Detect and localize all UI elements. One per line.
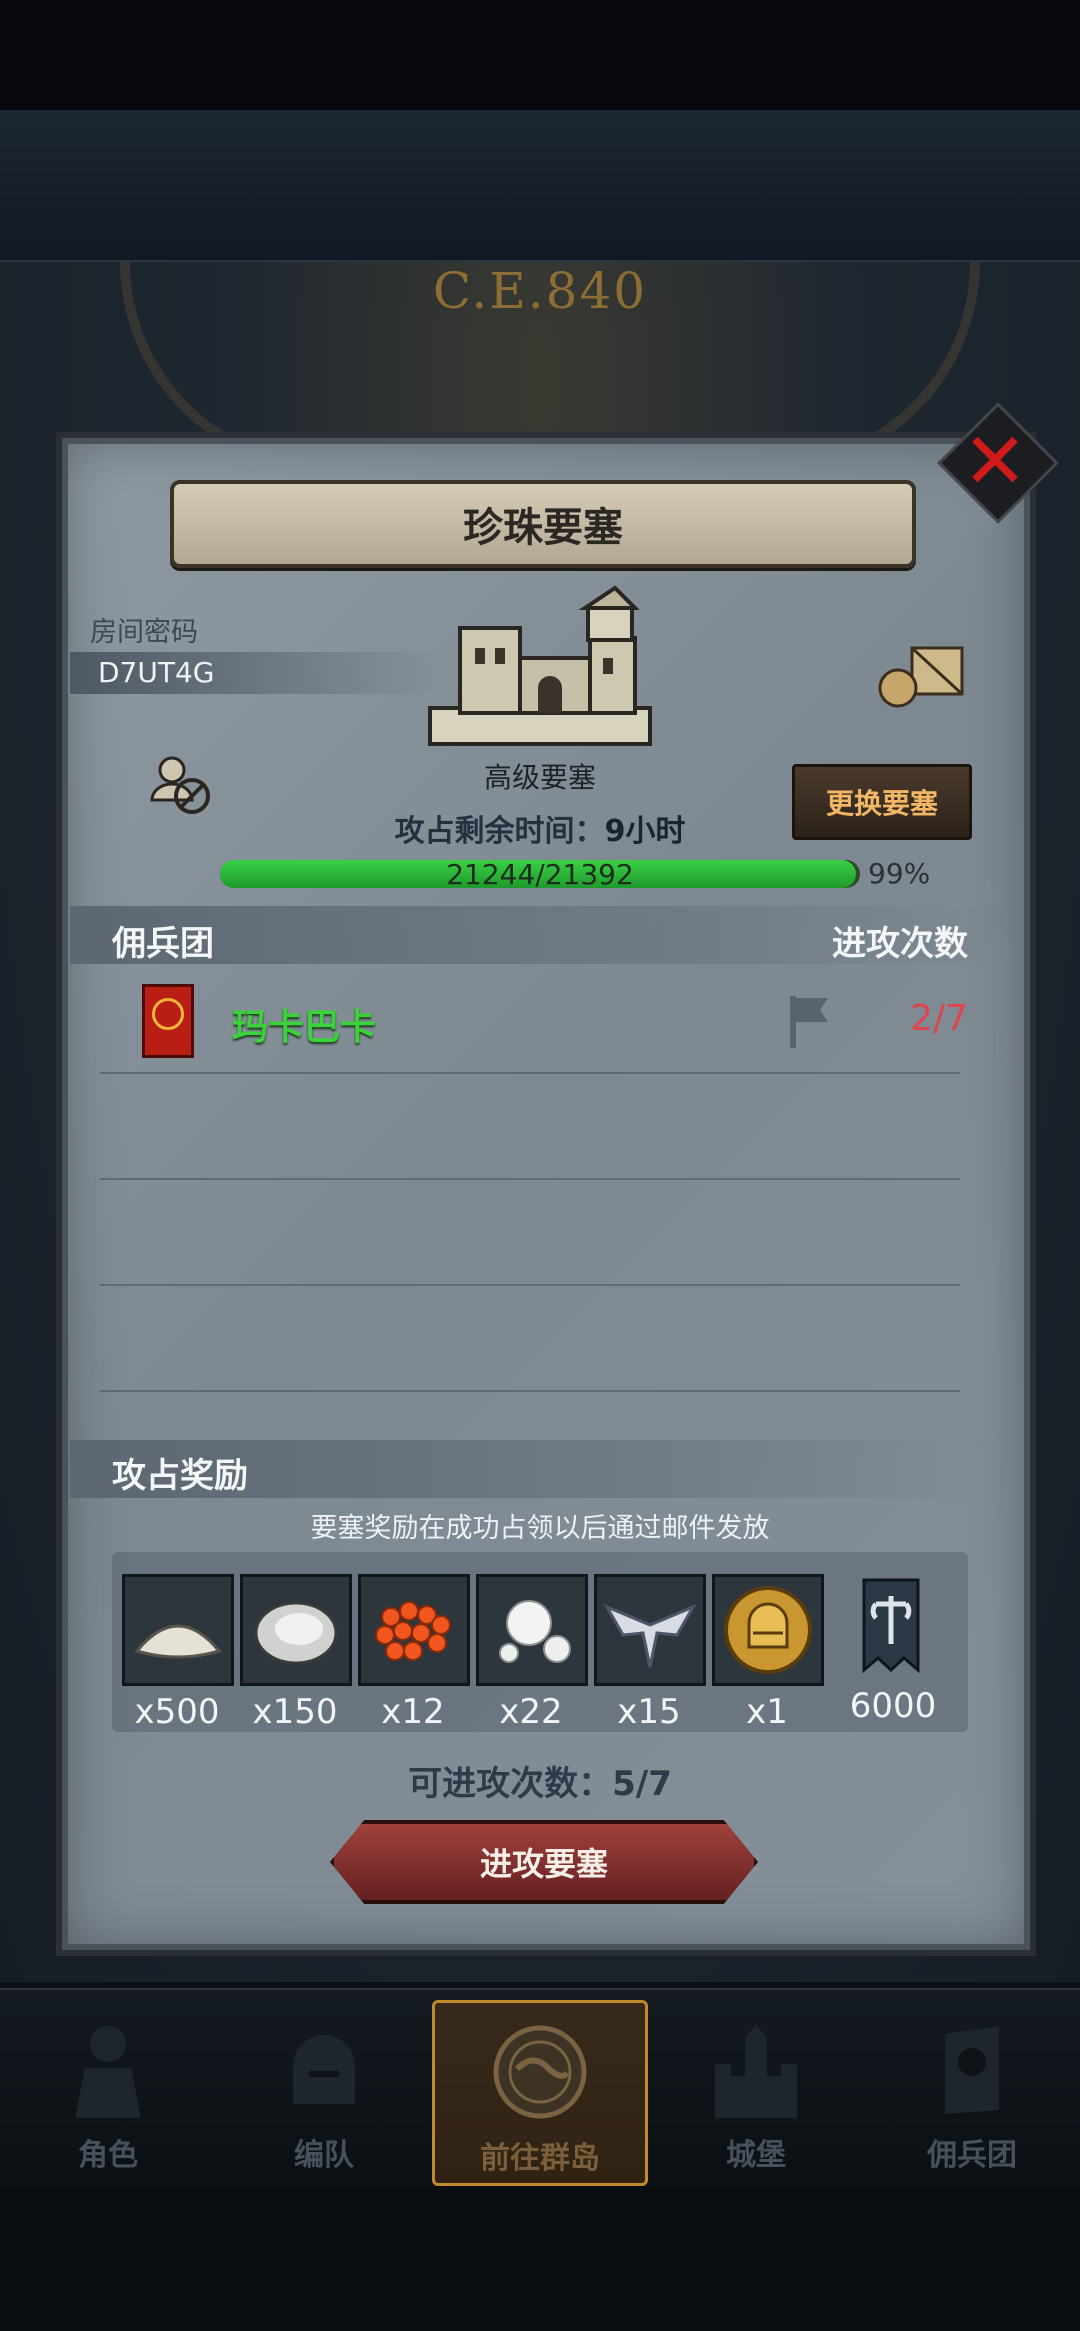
axe-banner-icon xyxy=(838,1574,944,1680)
hp-text: 21244/21392 xyxy=(446,858,634,891)
row-divider xyxy=(100,1178,960,1180)
reward-qty: x500 xyxy=(134,1692,220,1732)
status-bar xyxy=(0,0,1080,110)
flag-icon xyxy=(790,996,828,1048)
row-divider xyxy=(100,1390,960,1392)
reward-qty: x1 xyxy=(746,1692,788,1732)
row-divider xyxy=(100,1072,960,1074)
reward-item[interactable]: x500 xyxy=(122,1574,234,1732)
nav-label: 编队 xyxy=(294,2138,354,2173)
era-text: C.E.840 xyxy=(432,262,648,320)
row-divider xyxy=(100,1284,960,1286)
room-code: D7UT4G xyxy=(98,656,215,689)
flour-pile-icon xyxy=(122,1574,234,1686)
fortress-icon xyxy=(428,585,652,746)
bottom-area xyxy=(0,2188,1080,2331)
gold-helmet-coin-icon xyxy=(712,1574,824,1686)
reward-item[interactable]: 6000 xyxy=(838,1574,948,1726)
nav-label: 角色 xyxy=(78,2138,138,2173)
attack-count-header: 进攻次数 xyxy=(832,924,968,964)
hp-percent: 99% xyxy=(868,857,931,890)
reward-qty: x15 xyxy=(617,1692,681,1732)
nav-item-mercenary[interactable]: 佣兵团 xyxy=(872,2000,1072,2180)
compass-map-icon xyxy=(485,2017,595,2127)
nav-label: 前往群岛 xyxy=(480,2141,600,2176)
nav-item-formation[interactable]: 编队 xyxy=(224,2000,424,2180)
mercenary-attack-count: 2/7 xyxy=(910,998,968,1039)
top-strip xyxy=(0,110,1080,262)
room-code-label: 房间密码 xyxy=(90,617,198,648)
helmet-icon xyxy=(269,2014,379,2124)
nav-item-castle[interactable]: 城堡 xyxy=(656,2000,856,2180)
reward-qty: 6000 xyxy=(849,1686,937,1726)
reward-item[interactable]: x150 xyxy=(240,1574,352,1732)
mercenary-name[interactable]: 玛卡巴卡 xyxy=(232,998,376,1050)
nav-item-islands[interactable]: 前往群岛 xyxy=(432,2000,648,2186)
attack-fortress-button[interactable]: 进攻要塞 xyxy=(330,1820,758,1904)
reward-qty: x150 xyxy=(252,1692,338,1732)
oyster-icon xyxy=(240,1574,352,1686)
fish-roe-icon xyxy=(358,1574,470,1686)
time-label: 攻占剩余时间： xyxy=(394,814,605,849)
castle-icon xyxy=(701,2014,811,2124)
guild-emblem-icon xyxy=(152,998,184,1030)
nav-item-character[interactable]: 角色 xyxy=(8,2000,208,2180)
nav-label: 佣兵团 xyxy=(927,2138,1017,2173)
reward-item[interactable]: x12 xyxy=(358,1574,470,1732)
mercenary-icon xyxy=(917,2014,1027,2124)
knight-icon xyxy=(53,2014,163,2124)
supplies-icon[interactable] xyxy=(876,640,966,710)
reward-item[interactable]: x22 xyxy=(476,1574,588,1732)
nav-label: 城堡 xyxy=(726,2138,786,2173)
reward-item[interactable]: x15 xyxy=(594,1574,706,1732)
winged-emblem-icon xyxy=(594,1574,706,1686)
reward-note: 要塞奖励在成功占领以后通过邮件发放 xyxy=(310,1513,770,1544)
reward-item[interactable]: x1 xyxy=(712,1574,824,1732)
reward-section-title: 攻占奖励 xyxy=(112,1456,248,1496)
reward-qty: x22 xyxy=(499,1692,563,1732)
pearls-icon xyxy=(476,1574,588,1686)
time-remaining: 攻占剩余时间：9小时 xyxy=(0,806,1080,850)
dialog-title: 珍珠要塞 xyxy=(170,480,916,568)
time-value: 9小时 xyxy=(604,814,686,849)
attempts-remaining: 可进攻次数：5/7 xyxy=(408,1764,672,1804)
close-icon[interactable]: ✕ xyxy=(955,422,1035,502)
reward-qty: x12 xyxy=(381,1692,445,1732)
mercenary-section-title: 佣兵团 xyxy=(112,924,214,964)
